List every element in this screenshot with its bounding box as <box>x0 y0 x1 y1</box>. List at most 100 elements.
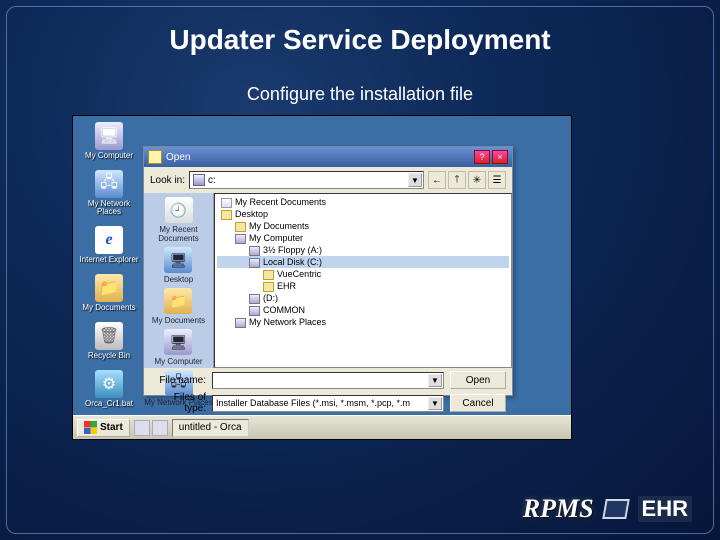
desktop-icon-my-documents[interactable]: 📁 My Documents <box>79 274 139 312</box>
filetype-value: Installer Database Files (*.msi, *.msm, … <box>216 398 410 408</box>
tree-item-label: 3½ Floppy (A:) <box>263 245 322 255</box>
taskbar: Start untitled - Orca <box>73 415 571 439</box>
tree-item-label: My Computer <box>249 233 303 243</box>
start-button[interactable]: Start <box>77 419 130 437</box>
desktop-icon-ie[interactable]: e Internet Explorer <box>79 226 139 264</box>
help-button[interactable]: ? <box>474 150 490 164</box>
folder-icon <box>263 282 274 292</box>
tree-item-label: My Network Places <box>249 317 326 327</box>
taskbar-item[interactable]: untitled - Orca <box>172 419 249 437</box>
tree-item-label: COMMON <box>263 305 305 315</box>
chevron-down-icon[interactable]: ▼ <box>408 173 422 187</box>
look-in-label: Look in: <box>150 175 185 186</box>
desktop-icon-my-computer[interactable]: 🖥 My Computer <box>79 122 139 160</box>
network-icon: 🖧 <box>95 170 123 198</box>
tree-item-label: Local Disk (C:) <box>263 257 322 267</box>
desktop-icon-orca-bat[interactable]: ⚙ Orca_Cr1.bat <box>79 370 139 408</box>
tree-item[interactable]: COMMON <box>217 304 509 316</box>
look-in-value: c: <box>208 175 216 186</box>
folder-icon <box>235 222 246 232</box>
place-computer[interactable]: 🖥 My Computer <box>154 329 202 366</box>
drive-icon <box>249 294 260 304</box>
desktop-icon-recycle-bin[interactable]: 🗑 Recycle Bin <box>79 322 139 360</box>
tree-item[interactable]: My Network Places <box>217 316 509 328</box>
views-button[interactable]: ☰ <box>488 171 506 189</box>
place-desktop[interactable]: 🖥 Desktop <box>164 247 193 284</box>
place-recent[interactable]: 🕘 My Recent Documents <box>144 197 213 243</box>
dialog-icon <box>148 150 162 164</box>
drive-icon <box>235 234 246 244</box>
desktop-icon-label: Orca_Cr1.bat <box>79 400 139 408</box>
tree-item[interactable]: (D:) <box>217 292 509 304</box>
recent-icon: 🕘 <box>165 197 193 223</box>
tree-item[interactable]: EHR <box>217 280 509 292</box>
tree-item-label: My Recent Documents <box>235 197 326 207</box>
dialog-toolbar: ← 🡑 ✳ ☰ <box>428 171 506 189</box>
tree-item[interactable]: 3½ Floppy (A:) <box>217 244 509 256</box>
desktop-icon-label: Recycle Bin <box>79 352 139 360</box>
ie-icon: e <box>95 226 123 254</box>
new-folder-button[interactable]: ✳ <box>468 171 486 189</box>
filename-input[interactable]: ▼ <box>212 372 444 389</box>
tree-item[interactable]: My Recent Documents <box>217 196 509 208</box>
open-dialog: Open ? × Look in: c: ▼ ← 🡑 ✳ ☰ 🕘 <box>143 146 513 396</box>
footer-logos: RPMS EHR <box>523 494 692 524</box>
desktop-icon-label: My Computer <box>79 152 139 160</box>
tree-item-label: Desktop <box>235 209 268 219</box>
quick-launch-item[interactable] <box>134 420 150 436</box>
place-label: My Computer <box>154 357 202 366</box>
folder-icon <box>221 210 232 220</box>
drive-icon <box>193 174 205 186</box>
place-label: My Documents <box>152 316 205 325</box>
tree-item-label: EHR <box>277 281 296 291</box>
open-button[interactable]: Open <box>450 371 506 389</box>
start-label: Start <box>100 422 123 433</box>
drive-icon <box>249 306 260 316</box>
desktop-icon-network-places[interactable]: 🖧 My Network Places <box>79 170 139 216</box>
chevron-down-icon[interactable]: ▼ <box>428 374 442 387</box>
tree-item[interactable]: My Computer <box>217 232 509 244</box>
tree-item[interactable]: Desktop <box>217 208 509 220</box>
dialog-title: Open <box>166 152 190 163</box>
slide-subtitle: Configure the installation file <box>0 84 720 105</box>
ehr-logo-text: EHR <box>638 496 692 522</box>
windows-desktop-screenshot: 🖥 My Computer 🖧 My Network Places e Inte… <box>72 115 572 440</box>
desktop-icon: 🖥 <box>164 247 192 273</box>
slide-title: Updater Service Deployment <box>0 24 720 56</box>
tree-item[interactable]: Local Disk (C:) <box>217 256 509 268</box>
tree-item-label: My Documents <box>249 221 309 231</box>
rpms-logo-box-icon <box>602 499 630 519</box>
folder-icon: 📁 <box>95 274 123 302</box>
place-label: Desktop <box>164 275 193 284</box>
tree-item-label: VueCentric <box>277 269 321 279</box>
chevron-down-icon[interactable]: ▼ <box>428 397 442 410</box>
desktop-icons: 🖥 My Computer 🖧 My Network Places e Inte… <box>79 122 139 418</box>
close-button[interactable]: × <box>492 150 508 164</box>
batch-file-icon: ⚙ <box>95 370 123 398</box>
back-button[interactable]: ← <box>428 171 446 189</box>
quick-launch-item[interactable] <box>152 420 168 436</box>
tree-item-label: (D:) <box>263 293 278 303</box>
quick-launch <box>134 420 168 436</box>
place-documents[interactable]: 📁 My Documents <box>152 288 205 325</box>
drive-icon <box>249 258 260 268</box>
filename-label: File name: <box>150 375 206 386</box>
up-button[interactable]: 🡑 <box>448 171 466 189</box>
tree-item[interactable]: My Documents <box>217 220 509 232</box>
doc-icon <box>221 198 232 208</box>
computer-icon: 🖥 <box>164 329 192 355</box>
dialog-titlebar[interactable]: Open ? × <box>144 147 512 167</box>
place-label: My Recent Documents <box>144 225 213 243</box>
filetype-combobox[interactable]: Installer Database Files (*.msi, *.msm, … <box>212 395 444 412</box>
folder-tree[interactable]: My Recent Documents Desktop My Documents My… <box>214 193 512 368</box>
drive-icon <box>235 318 246 328</box>
cancel-button[interactable]: Cancel <box>450 394 506 412</box>
rpms-logo-text: RPMS <box>523 494 594 524</box>
desktop-icon-label: My Network Places <box>79 200 139 216</box>
tree-item[interactable]: VueCentric <box>217 268 509 280</box>
folder-icon <box>263 270 274 280</box>
folder-icon: 📁 <box>164 288 192 314</box>
desktop-icon-label: Internet Explorer <box>79 256 139 264</box>
desktop-icon-label: My Documents <box>79 304 139 312</box>
look-in-combobox[interactable]: c: ▼ <box>189 171 424 189</box>
